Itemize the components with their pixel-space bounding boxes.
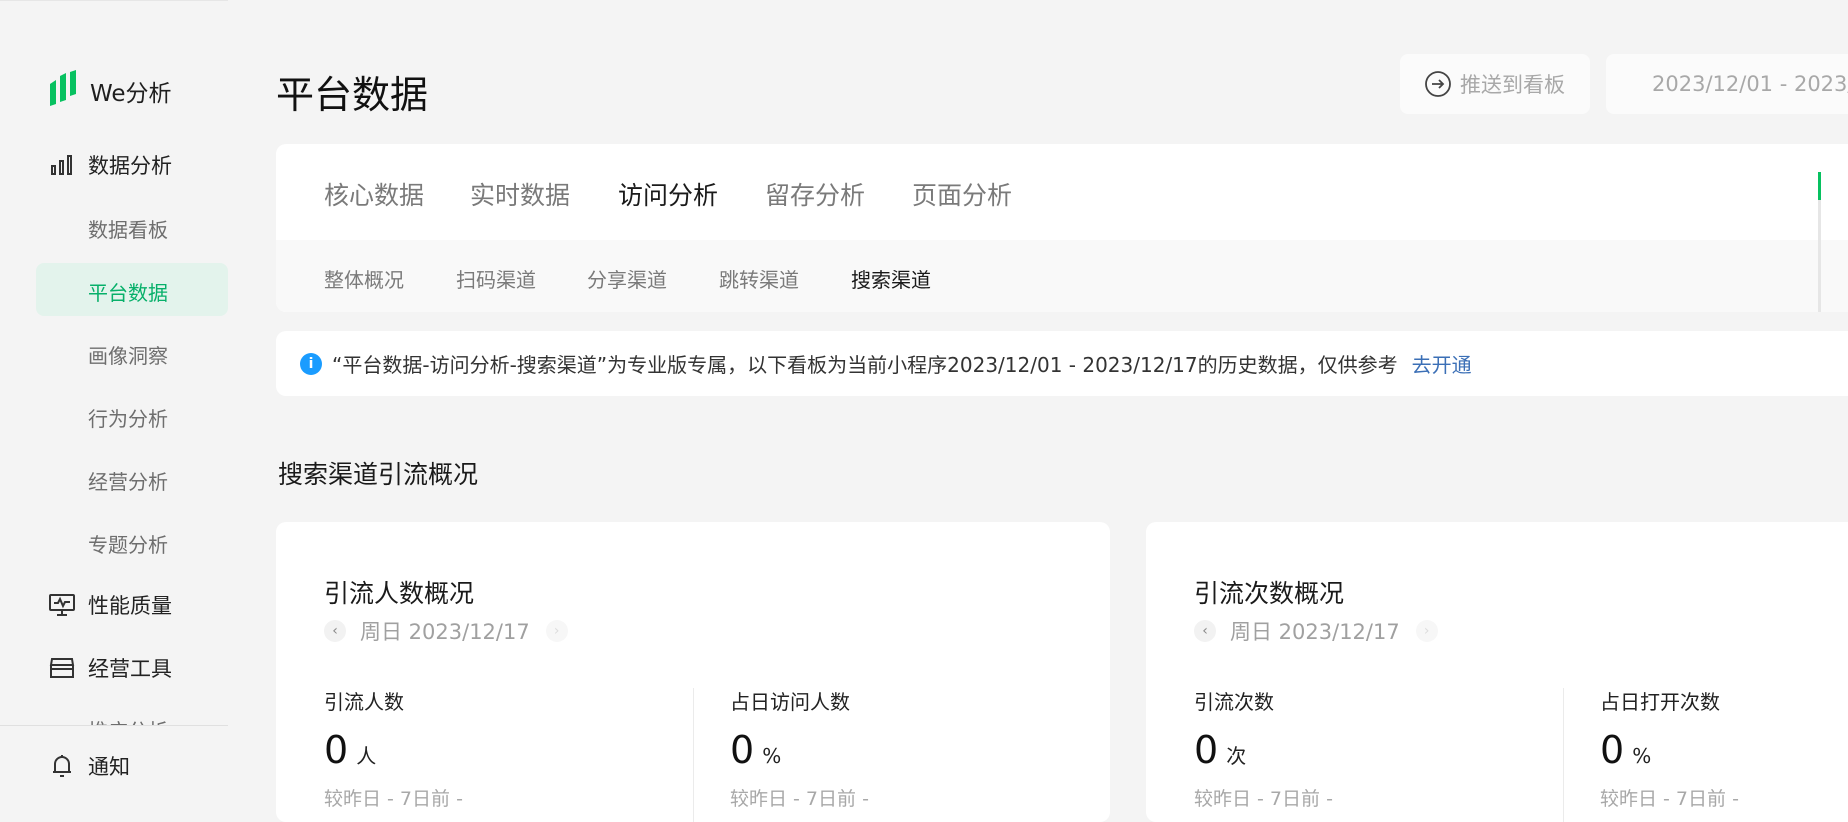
- next-day-icon[interactable]: ›: [1415, 620, 1438, 642]
- sidebar-bottom-area: 通知: [0, 725, 228, 808]
- sidebar-group-data-analysis[interactable]: 数据分析: [48, 150, 172, 180]
- tab-retention-analysis[interactable]: 留存分析: [765, 176, 865, 212]
- metric-value: 0人: [324, 728, 377, 772]
- metric-label: 引流人数: [324, 690, 404, 714]
- pro-version-notice: i “平台数据-访问分析-搜索渠道”为专业版专属，以下看板为当前小程序2023/…: [276, 331, 1848, 396]
- prev-day-icon[interactable]: ‹: [1194, 620, 1216, 642]
- tab-page-analysis[interactable]: 页面分析: [912, 176, 1012, 212]
- date-range-text: 2023/12/01 - 2023/12/17: [1652, 72, 1848, 96]
- sidebar-group-label: 数据分析: [88, 154, 172, 178]
- card-title: 引流次数概况: [1194, 579, 1345, 608]
- metric-value: 0%: [730, 728, 782, 772]
- sidebar-item-business-analysis[interactable]: 经营分析: [88, 466, 168, 495]
- metric-label: 引流次数: [1194, 690, 1274, 714]
- push-to-board-button[interactable]: 推送到看板: [1400, 54, 1590, 114]
- tab-core-data[interactable]: 核心数据: [324, 176, 424, 212]
- date-navigator: ‹ 周日 2023/12/17 ›: [1194, 616, 1438, 646]
- current-date: 周日 2023/12/17: [360, 620, 530, 644]
- logo-text: We分析: [90, 81, 172, 107]
- arrow-circle-right-icon: [1425, 71, 1451, 97]
- sidebar-item-data-board[interactable]: 数据看板: [88, 214, 168, 243]
- visit-count-overview-card: 引流次数概况 ‹ 周日 2023/12/17 › 引流次数 0次 较昨日 - 7…: [1146, 522, 1848, 822]
- metric-label: 占日打开次数: [1600, 690, 1720, 714]
- subtab-search-channel[interactable]: 搜索渠道: [851, 264, 931, 293]
- subtab-scan-channel[interactable]: 扫码渠道: [456, 264, 536, 293]
- section-title: 搜索渠道引流概况: [278, 460, 479, 489]
- subtab-overall[interactable]: 整体概况: [324, 264, 404, 293]
- sidebar-group-label: 性能质量: [88, 594, 172, 618]
- sidebar-group-performance[interactable]: 性能质量: [48, 590, 172, 620]
- visitor-overview-card: 引流人数概况 ‹ 周日 2023/12/17 › 引流人数 0人 较昨日 - 7…: [276, 522, 1110, 822]
- info-icon: i: [300, 352, 322, 375]
- store-icon: [48, 654, 76, 682]
- sidebar-item-topic-analysis[interactable]: 专题分析: [88, 529, 168, 558]
- bar-chart-icon: [48, 151, 76, 179]
- analysis-tabs-card: 核心数据 实时数据 访问分析 留存分析 页面分析 整体概况 扫码渠道 分享渠道 …: [276, 144, 1848, 312]
- sidebar-item-behavior-analysis[interactable]: 行为分析: [88, 403, 168, 432]
- notice-text: “平台数据-访问分析-搜索渠道”为专业版专属，以下看板为当前小程序2023/12…: [332, 353, 1398, 377]
- metric-label: 占日访问人数: [730, 690, 850, 714]
- bell-icon: [48, 752, 76, 780]
- sidebar: We分析 数据分析 数据看板 平台数据 画像洞察 行为分析 经营分析 专题分析 …: [0, 0, 228, 808]
- metric-value: 0次: [1194, 728, 1247, 772]
- next-day-icon[interactable]: ›: [545, 620, 568, 642]
- sidebar-group-business-tools[interactable]: 经营工具: [48, 653, 172, 683]
- sidebar-item-portrait-insight[interactable]: 画像洞察: [88, 340, 168, 369]
- sidebar-item-platform-data[interactable]: 平台数据: [88, 277, 168, 306]
- scroll-indicator[interactable]: [1818, 172, 1821, 200]
- monitor-icon: [48, 591, 76, 619]
- prev-day-icon[interactable]: ‹: [324, 620, 346, 642]
- sidebar-group-label: 经营工具: [88, 657, 172, 681]
- we-analytics-logo-icon: [50, 70, 76, 106]
- subtab-jump-channel[interactable]: 跳转渠道: [719, 264, 799, 293]
- push-to-board-label: 推送到看板: [1460, 73, 1565, 97]
- date-navigator: ‹ 周日 2023/12/17 ›: [324, 616, 568, 646]
- sidebar-item-partially-hidden[interactable]: 推广分析: [88, 715, 168, 725]
- tab-realtime-data[interactable]: 实时数据: [470, 176, 570, 212]
- notification-label: 通知: [88, 755, 130, 779]
- metric-value: 0%: [1600, 728, 1652, 772]
- current-date: 周日 2023/12/17: [1230, 620, 1400, 644]
- subtab-share-channel[interactable]: 分享渠道: [587, 264, 667, 293]
- metric-divider: [693, 688, 694, 822]
- activate-link[interactable]: 去开通: [1412, 349, 1472, 378]
- date-range-picker[interactable]: 2023/12/01 - 2023/12/17: [1606, 54, 1848, 114]
- metric-divider: [1563, 688, 1564, 822]
- tab-visit-analysis[interactable]: 访问分析: [618, 176, 718, 212]
- notification-button[interactable]: 通知: [48, 751, 130, 781]
- page-title: 平台数据: [276, 73, 429, 117]
- card-title: 引流人数概况: [324, 579, 475, 608]
- top-divider: [0, 0, 228, 1]
